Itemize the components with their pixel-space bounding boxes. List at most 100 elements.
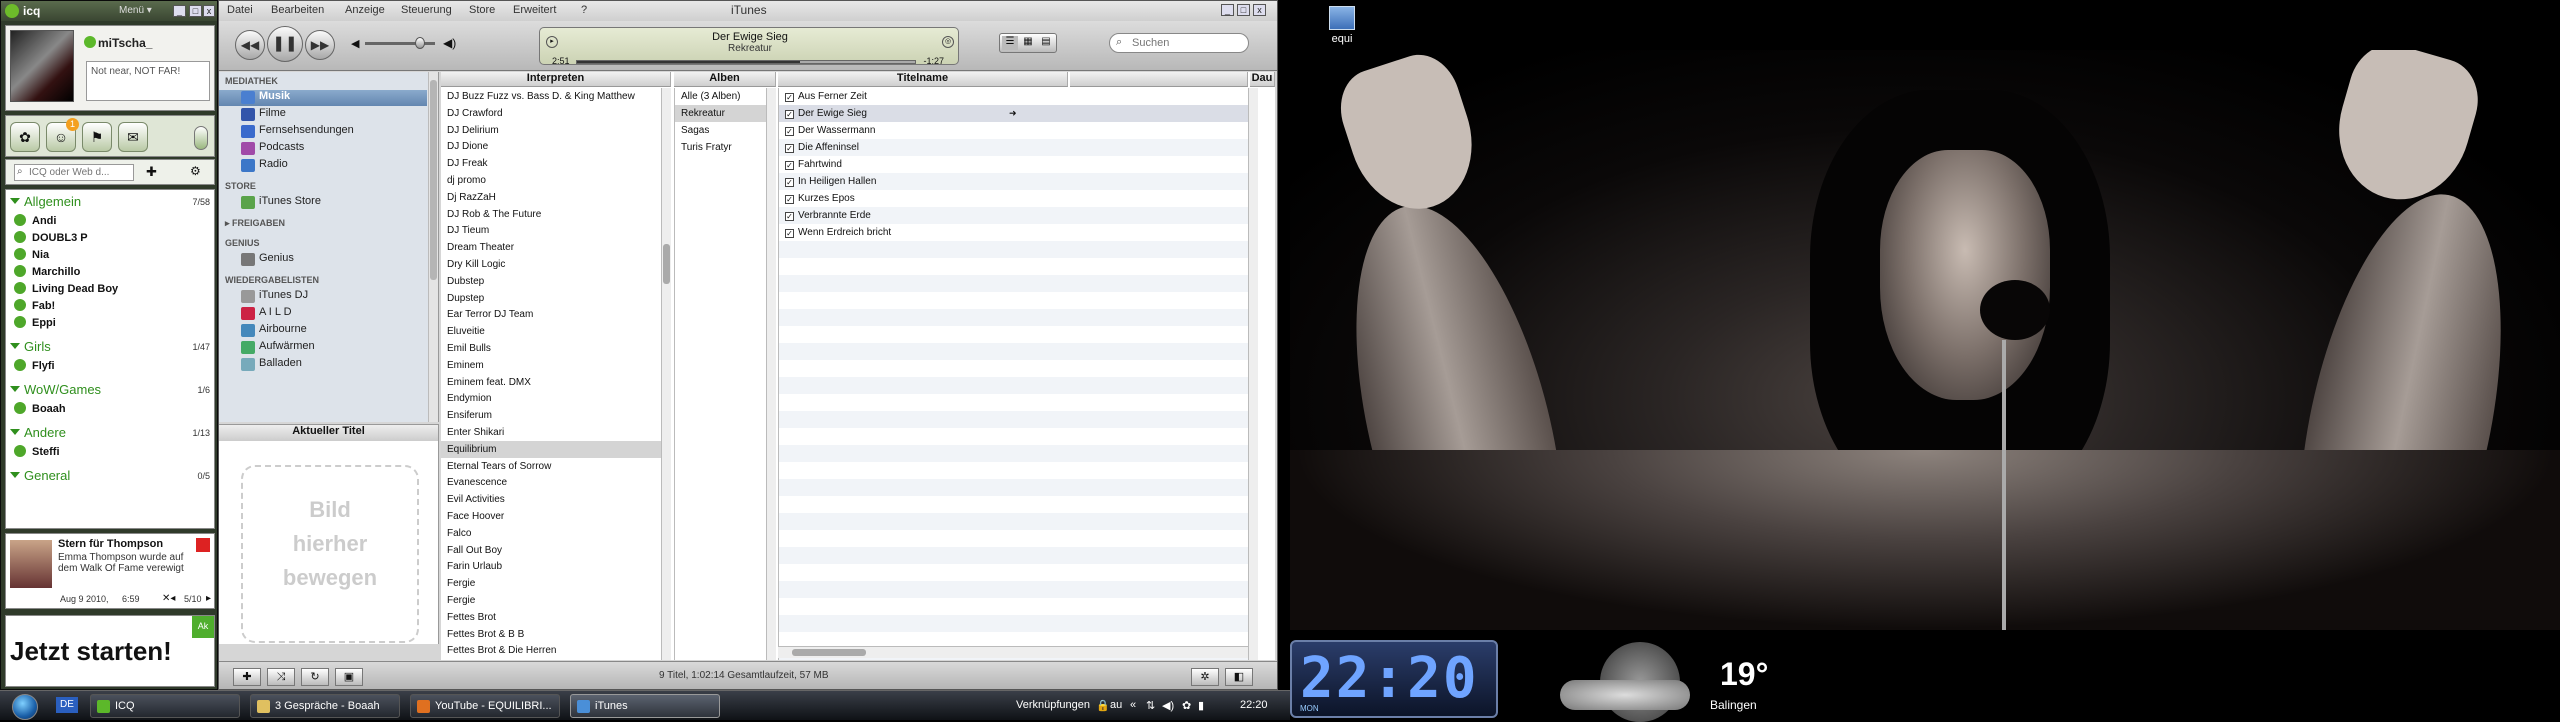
clock-gadget[interactable]: 22:20 MON [1290, 640, 1498, 718]
source-section-header[interactable]: ▸ FREIGABEN [225, 218, 285, 229]
icq-nickname[interactable]: miTscha_ [98, 36, 152, 50]
contact-group[interactable]: General 0/5 [10, 468, 210, 486]
artwork-toggle-icon[interactable]: ▣ [335, 668, 363, 686]
artist-row[interactable]: Evil Activities [441, 491, 661, 508]
pause-icon[interactable]: ❚❚ [267, 26, 303, 62]
next-arrow-icon[interactable]: ▸ [206, 593, 211, 604]
artist-row[interactable]: Dry Kill Logic [441, 256, 661, 273]
track-row[interactable]: ✓ Fahrtwind [779, 156, 1249, 173]
contact-item[interactable]: Andi [14, 214, 210, 230]
maximize-icon[interactable]: □ [1237, 4, 1250, 16]
tray-network-icon[interactable]: ⇅ [1146, 699, 1155, 712]
contact-item[interactable]: Nia [14, 248, 210, 264]
taskbar-button[interactable]: ICQ [90, 694, 240, 718]
artist-row[interactable]: Evanescence [441, 474, 661, 491]
artist-row[interactable]: DJ Buzz Fuzz vs. Bass D. & King Matthew [441, 88, 661, 105]
artist-row[interactable]: Fettes Brot & Die Herren [441, 642, 661, 659]
miniplayer-icon[interactable]: ◧ [1225, 668, 1253, 686]
track-row[interactable]: ✓ Kurzes Epos [779, 190, 1249, 207]
grid-view-icon[interactable]: ▦ [1020, 36, 1036, 50]
artist-row[interactable]: Dj RazZaH [441, 189, 661, 206]
tray-extra[interactable]: au [1110, 699, 1122, 711]
artist-row[interactable]: DJ Freak [441, 155, 661, 172]
track-checkbox[interactable]: ✓ [785, 93, 794, 102]
source-item[interactable]: iTunes DJ [219, 289, 427, 305]
source-section-header[interactable]: MEDIATHEK [225, 76, 278, 86]
volume-slider[interactable] [365, 37, 435, 49]
repeat-icon[interactable]: ↻ [301, 668, 329, 686]
contact-group[interactable]: WoW/Games 1/6 [10, 382, 210, 400]
tab-scroll-icon[interactable] [194, 126, 208, 150]
contact-item[interactable]: DOUBL3 P [14, 231, 210, 247]
contact-item[interactable]: Eppi [14, 316, 210, 332]
artist-row[interactable]: Farin Urlaub [441, 558, 661, 575]
album-row[interactable]: Alle (3 Alben) [675, 88, 767, 105]
expand-triangle-icon[interactable] [10, 198, 20, 204]
source-item[interactable]: Balladen [219, 357, 427, 373]
progress-bar[interactable] [576, 60, 916, 64]
minimize-icon[interactable]: _ [173, 5, 186, 17]
language-indicator[interactable]: DE [56, 697, 78, 713]
contact-group[interactable]: Allgemein 7/58 [10, 194, 210, 212]
albums-column-header[interactable]: Alben [674, 72, 776, 87]
genius-icon[interactable]: ◎ [942, 36, 954, 48]
add-contact-icon[interactable]: ✚ [146, 164, 157, 180]
ad-banner[interactable]: Jetzt starten! Ak [5, 615, 215, 687]
maximize-icon[interactable]: □ [189, 5, 202, 17]
album-row[interactable]: Turis Fratyr [675, 139, 767, 156]
source-item[interactable]: Radio [219, 158, 427, 174]
expand-triangle-icon[interactable] [10, 429, 20, 435]
scroll-thumb[interactable] [792, 649, 866, 656]
expand-triangle-icon[interactable] [10, 472, 20, 478]
tray-clock[interactable]: 22:20 [1240, 699, 1268, 711]
track-row[interactable]: ✓ Wenn Erdreich bricht [779, 224, 1249, 241]
scroll-thumb[interactable] [430, 80, 437, 280]
artist-row[interactable]: Fergie [441, 592, 661, 609]
taskbar-button[interactable]: 3 Gespräche - Boaah [250, 694, 400, 718]
artist-row[interactable]: Dubstep [441, 273, 661, 290]
menu-item[interactable]: Erweitert [513, 4, 556, 16]
news-headline[interactable]: Stern für Thompson [58, 538, 163, 550]
source-item[interactable]: Fernsehsendungen [219, 124, 427, 140]
desktop-icon-equi[interactable]: equi [1322, 6, 1362, 56]
artist-row[interactable]: Equilibrium [441, 440, 661, 458]
source-item[interactable]: Filme [219, 107, 427, 123]
settings-icon[interactable]: ✲ [1191, 668, 1219, 686]
artist-row[interactable]: Emil Bulls [441, 340, 661, 357]
artist-row[interactable]: Eluveitie [441, 323, 661, 340]
source-item[interactable]: A I L D [219, 306, 427, 322]
artist-row[interactable]: Fergie [441, 575, 661, 592]
track-checkbox[interactable]: ✓ [785, 144, 794, 153]
album-scrollbar[interactable] [766, 88, 776, 660]
shuffle-icon[interactable]: ⤨ [267, 668, 295, 686]
source-section-header[interactable]: WIEDERGABELISTEN [225, 275, 319, 285]
source-scrollbar[interactable] [428, 72, 438, 422]
itunes-search-input[interactable] [1109, 33, 1249, 53]
artist-row[interactable]: Fettes Brot [441, 609, 661, 626]
track-checkbox[interactable]: ✓ [785, 127, 794, 136]
add-playlist-icon[interactable]: ✚ [233, 668, 261, 686]
contact-item[interactable]: Living Dead Boy [14, 282, 210, 298]
next-track-icon[interactable]: ▶▶ [305, 30, 335, 60]
source-item[interactable]: Podcasts [219, 141, 427, 157]
track-row[interactable]: ◀)➜✓Der Ewige Sieg [779, 105, 1249, 122]
expand-triangle-icon[interactable] [10, 343, 20, 349]
menu-item[interactable]: Bearbeiten [271, 4, 324, 16]
tray-chevron-icon[interactable]: « [1130, 699, 1136, 711]
artist-scrollbar[interactable] [661, 88, 671, 660]
album-row[interactable]: Sagas [675, 122, 767, 139]
menu-item[interactable]: Datei [227, 4, 253, 16]
status-message-field[interactable]: Not near, NOT FAR! [86, 61, 210, 101]
source-section-header[interactable]: STORE [225, 181, 256, 191]
online-status-icon[interactable] [84, 36, 96, 48]
artist-row[interactable]: DJ Tieum [441, 222, 661, 239]
go-arrow-icon[interactable]: ➜ [1009, 105, 1017, 122]
artist-row[interactable]: Dupstep [441, 290, 661, 307]
track-row[interactable]: ✓ Der Wassermann [779, 122, 1249, 139]
contact-item[interactable]: Fab! [14, 299, 210, 315]
track-row[interactable]: ✓ Die Affeninsel [779, 139, 1249, 156]
contact-group[interactable]: Andere 1/13 [10, 425, 210, 443]
source-item[interactable]: Musik [219, 90, 427, 106]
artist-row[interactable]: Eminem feat. DMX [441, 374, 661, 391]
artist-row[interactable]: Face Hoover [441, 508, 661, 525]
